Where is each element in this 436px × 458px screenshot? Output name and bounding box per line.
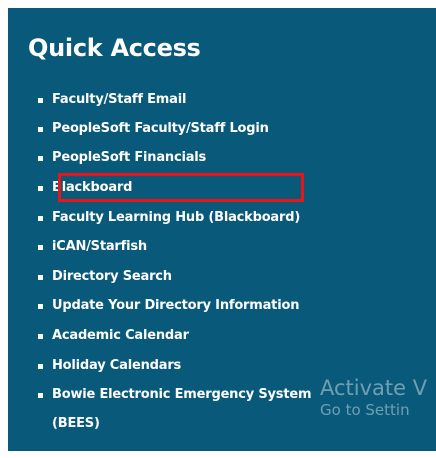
quick-access-panel: Quick Access Faculty/Staff Email PeopleS… bbox=[8, 8, 436, 451]
link-bees-continued[interactable]: (BEES) bbox=[52, 414, 100, 434]
link-item-blackboard[interactable]: Blackboard bbox=[38, 178, 132, 198]
bullet-icon bbox=[38, 334, 43, 339]
bullet-icon bbox=[38, 245, 43, 250]
link-bees[interactable]: Bowie Electronic Emergency System bbox=[52, 385, 312, 405]
bullet-icon bbox=[38, 275, 43, 280]
link-item-ican-starfish[interactable]: iCAN/Starfish bbox=[38, 237, 147, 257]
link-item-directory-search[interactable]: Directory Search bbox=[38, 267, 172, 287]
bullet-icon bbox=[38, 364, 43, 369]
link-update-directory-info[interactable]: Update Your Directory Information bbox=[52, 296, 299, 316]
link-ican-starfish[interactable]: iCAN/Starfish bbox=[52, 237, 147, 257]
watermark-line-1: Activate V bbox=[320, 376, 428, 400]
link-item-bees-continued[interactable]: (BEES) bbox=[52, 414, 100, 434]
screenshot-frame: Quick Access Faculty/Staff Email PeopleS… bbox=[0, 0, 436, 458]
link-faculty-staff-email[interactable]: Faculty/Staff Email bbox=[52, 90, 186, 110]
link-faculty-learning-hub[interactable]: Faculty Learning Hub (Blackboard) bbox=[52, 208, 300, 228]
link-item-faculty-staff-email[interactable]: Faculty/Staff Email bbox=[38, 90, 186, 110]
activate-windows-watermark: Activate V Go to Settin bbox=[320, 376, 427, 420]
link-item-peoplesoft-login[interactable]: PeopleSoft Faculty/Staff Login bbox=[38, 119, 269, 139]
link-item-faculty-learning-hub[interactable]: Faculty Learning Hub (Blackboard) bbox=[38, 208, 300, 228]
link-holiday-calendars[interactable]: Holiday Calendars bbox=[52, 356, 181, 376]
link-peoplesoft-financials[interactable]: PeopleSoft Financials bbox=[52, 148, 206, 168]
bullet-icon bbox=[38, 393, 43, 398]
bullet-icon bbox=[38, 156, 43, 161]
quick-access-title: Quick Access bbox=[28, 34, 201, 62]
link-directory-search[interactable]: Directory Search bbox=[52, 267, 172, 287]
watermark-line-2: Go to Settin bbox=[320, 401, 410, 419]
link-item-holiday-calendars[interactable]: Holiday Calendars bbox=[38, 356, 181, 376]
link-item-bees[interactable]: Bowie Electronic Emergency System bbox=[38, 385, 312, 405]
bullet-icon bbox=[38, 216, 43, 221]
link-item-update-directory-info[interactable]: Update Your Directory Information bbox=[38, 296, 299, 316]
bullet-icon bbox=[38, 186, 43, 191]
link-academic-calendar[interactable]: Academic Calendar bbox=[52, 326, 189, 346]
link-peoplesoft-login[interactable]: PeopleSoft Faculty/Staff Login bbox=[52, 119, 269, 139]
link-item-peoplesoft-financials[interactable]: PeopleSoft Financials bbox=[38, 148, 206, 168]
bullet-icon bbox=[38, 127, 43, 132]
link-blackboard[interactable]: Blackboard bbox=[52, 178, 132, 198]
link-item-academic-calendar[interactable]: Academic Calendar bbox=[38, 326, 189, 346]
bullet-icon bbox=[38, 98, 43, 103]
bullet-icon bbox=[38, 304, 43, 309]
